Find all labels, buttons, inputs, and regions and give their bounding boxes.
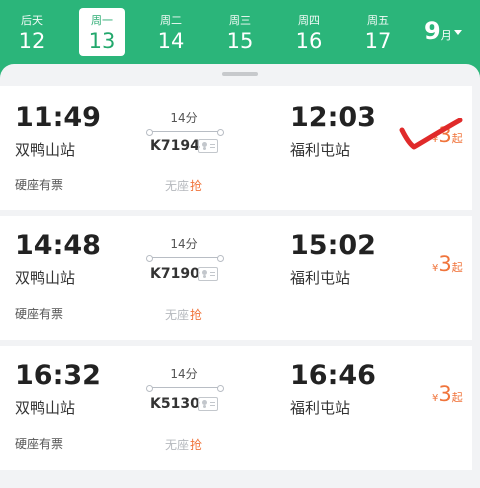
no-seat-label: 无座 [165, 179, 190, 193]
date-weekday: 周五 [367, 14, 389, 27]
train-list-sheet: 11:49 双鸭山站 硬座有票 14分 K7194 无座 抢 12:03 福利屯… [0, 64, 480, 488]
date-day: 16 [295, 29, 323, 53]
month-picker[interactable]: 9月 [424, 17, 462, 50]
depart-station: 双鸭山站 [15, 399, 76, 417]
price-suffix: 起 [451, 391, 463, 404]
date-tab-14[interactable]: 周二 14 [148, 8, 194, 56]
date-day: 13 [88, 29, 116, 53]
seat-status: 硬座有票 [15, 178, 64, 192]
date-tab-15[interactable]: 周三 15 [217, 8, 263, 56]
seat-status: 硬座有票 [15, 437, 64, 451]
arrive-station: 福利屯站 [290, 141, 351, 159]
grab-ticket-link[interactable]: 抢 [190, 307, 202, 323]
duration-line-icon [146, 254, 222, 262]
train-number: K5130 [150, 396, 200, 412]
no-seat-label: 无座 [165, 438, 190, 452]
date-tab-16[interactable]: 周四 16 [286, 8, 332, 56]
grab-ticket-link[interactable]: 抢 [190, 437, 202, 453]
date-selector-bar: 后天 12 周一 13 周二 14 周三 15 周四 16 周五 17 9月 [0, 0, 480, 64]
date-weekday: 周一 [91, 14, 113, 27]
price-amount: 3 [438, 252, 452, 276]
id-card-icon [198, 139, 218, 153]
grab-ticket-link[interactable]: 抢 [190, 178, 202, 194]
arrive-time: 15:02 [290, 230, 376, 261]
chevron-down-icon [453, 29, 462, 35]
date-day: 15 [226, 29, 254, 53]
date-day: 17 [364, 29, 392, 53]
date-weekday: 周四 [298, 14, 320, 27]
price: ¥3起 [432, 382, 463, 411]
price: ¥3起 [432, 252, 463, 281]
date-day: 14 [157, 29, 185, 53]
price-suffix: 起 [451, 261, 463, 274]
duration-line-icon [146, 384, 222, 392]
date-day: 12 [18, 29, 46, 53]
date-tab-17[interactable]: 周五 17 [355, 8, 401, 56]
seat-status: 硬座有票 [15, 307, 64, 321]
no-seat-label: 无座 [165, 308, 190, 322]
month-value: 9 [424, 17, 441, 45]
date-weekday: 周三 [229, 14, 251, 27]
id-card-icon [198, 267, 218, 281]
depart-time: 16:32 [15, 360, 101, 391]
arrive-time: 16:46 [290, 360, 376, 391]
train-card[interactable]: 14:48 双鸭山站 硬座有票 14分 K7190 无座 抢 15:02 福利屯… [0, 216, 472, 340]
depart-station: 双鸭山站 [15, 269, 76, 287]
arrive-station: 福利屯站 [290, 269, 351, 287]
depart-time: 14:48 [15, 230, 101, 261]
duration-line-icon [146, 128, 222, 136]
drag-handle[interactable] [222, 72, 258, 76]
date-tab-12[interactable]: 后天 12 [9, 8, 55, 56]
id-card-icon [198, 397, 218, 411]
depart-station: 双鸭山站 [15, 141, 76, 159]
duration: 14分 [170, 111, 198, 125]
date-tab-13-selected[interactable]: 周一 13 [79, 8, 125, 56]
handwritten-check-mark-icon [399, 118, 463, 150]
duration: 14分 [170, 367, 198, 381]
train-card[interactable]: 11:49 双鸭山站 硬座有票 14分 K7194 无座 抢 12:03 福利屯… [0, 86, 472, 210]
arrive-station: 福利屯站 [290, 399, 351, 417]
date-weekday: 周二 [160, 14, 182, 27]
date-weekday: 后天 [21, 14, 43, 27]
duration: 14分 [170, 237, 198, 251]
train-number: K7194 [150, 138, 200, 154]
arrive-time: 12:03 [290, 102, 376, 133]
train-number: K7190 [150, 266, 200, 282]
train-card[interactable]: 16:32 双鸭山站 硬座有票 14分 K5130 无座 抢 16:46 福利屯… [0, 346, 472, 470]
month-unit: 月 [440, 29, 452, 42]
price-amount: 3 [438, 382, 452, 406]
depart-time: 11:49 [15, 102, 101, 133]
